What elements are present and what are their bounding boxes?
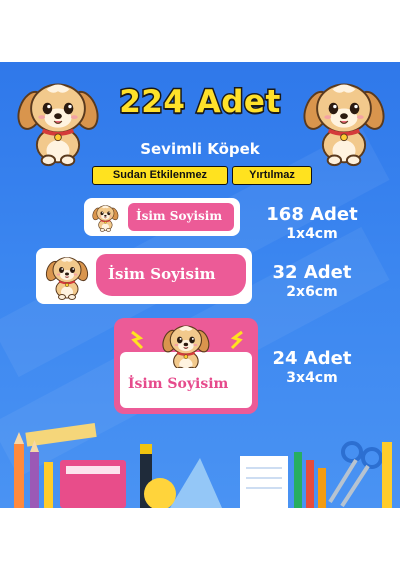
label-size-value: 3x4cm xyxy=(286,370,338,386)
label-count-small: 168 Adet 1x4cm xyxy=(262,204,362,243)
label-count-medium: 32 Adet 2x6cm xyxy=(262,262,362,301)
school-stationery-icon xyxy=(14,423,392,508)
feature-badge-waterproof: Sudan Etkilenmez xyxy=(92,166,228,185)
puppy-icon xyxy=(159,324,213,368)
label-name-text: İsim Soyisim xyxy=(136,209,223,223)
label-count-value: 32 Adet xyxy=(272,262,352,283)
sparkle-icon xyxy=(131,330,144,350)
puppy-icon xyxy=(90,205,121,233)
label-size-value: 1x4cm xyxy=(286,226,338,242)
label-name-text: İsim Soyisim xyxy=(108,265,216,283)
label-count-value: 24 Adet xyxy=(272,348,352,369)
label-sample-medium: İsim Soyisim xyxy=(36,248,252,304)
label-sample-large: İsim Soyisim xyxy=(114,318,258,414)
label-sample-small: İsim Soyisim xyxy=(84,198,240,236)
label-count-large: 24 Adet 3x4cm xyxy=(262,348,362,387)
sparkle-icon xyxy=(230,330,243,350)
puppy-icon xyxy=(42,256,92,301)
puppy-left-icon xyxy=(11,82,105,168)
product-poster: 224 Adet Sevimli Köpek Sudan Etkilenmez … xyxy=(0,62,400,508)
label-size-value: 2x6cm xyxy=(286,284,338,300)
label-name-text: İsim Soyisim xyxy=(128,376,229,392)
product-title: 224 Adet xyxy=(118,83,282,122)
puppy-right-icon xyxy=(297,82,391,168)
label-count-value: 168 Adet xyxy=(266,204,358,225)
feature-badge-tearproof: Yırtılmaz xyxy=(232,166,312,185)
product-subtitle: Sevimli Köpek xyxy=(140,140,260,158)
